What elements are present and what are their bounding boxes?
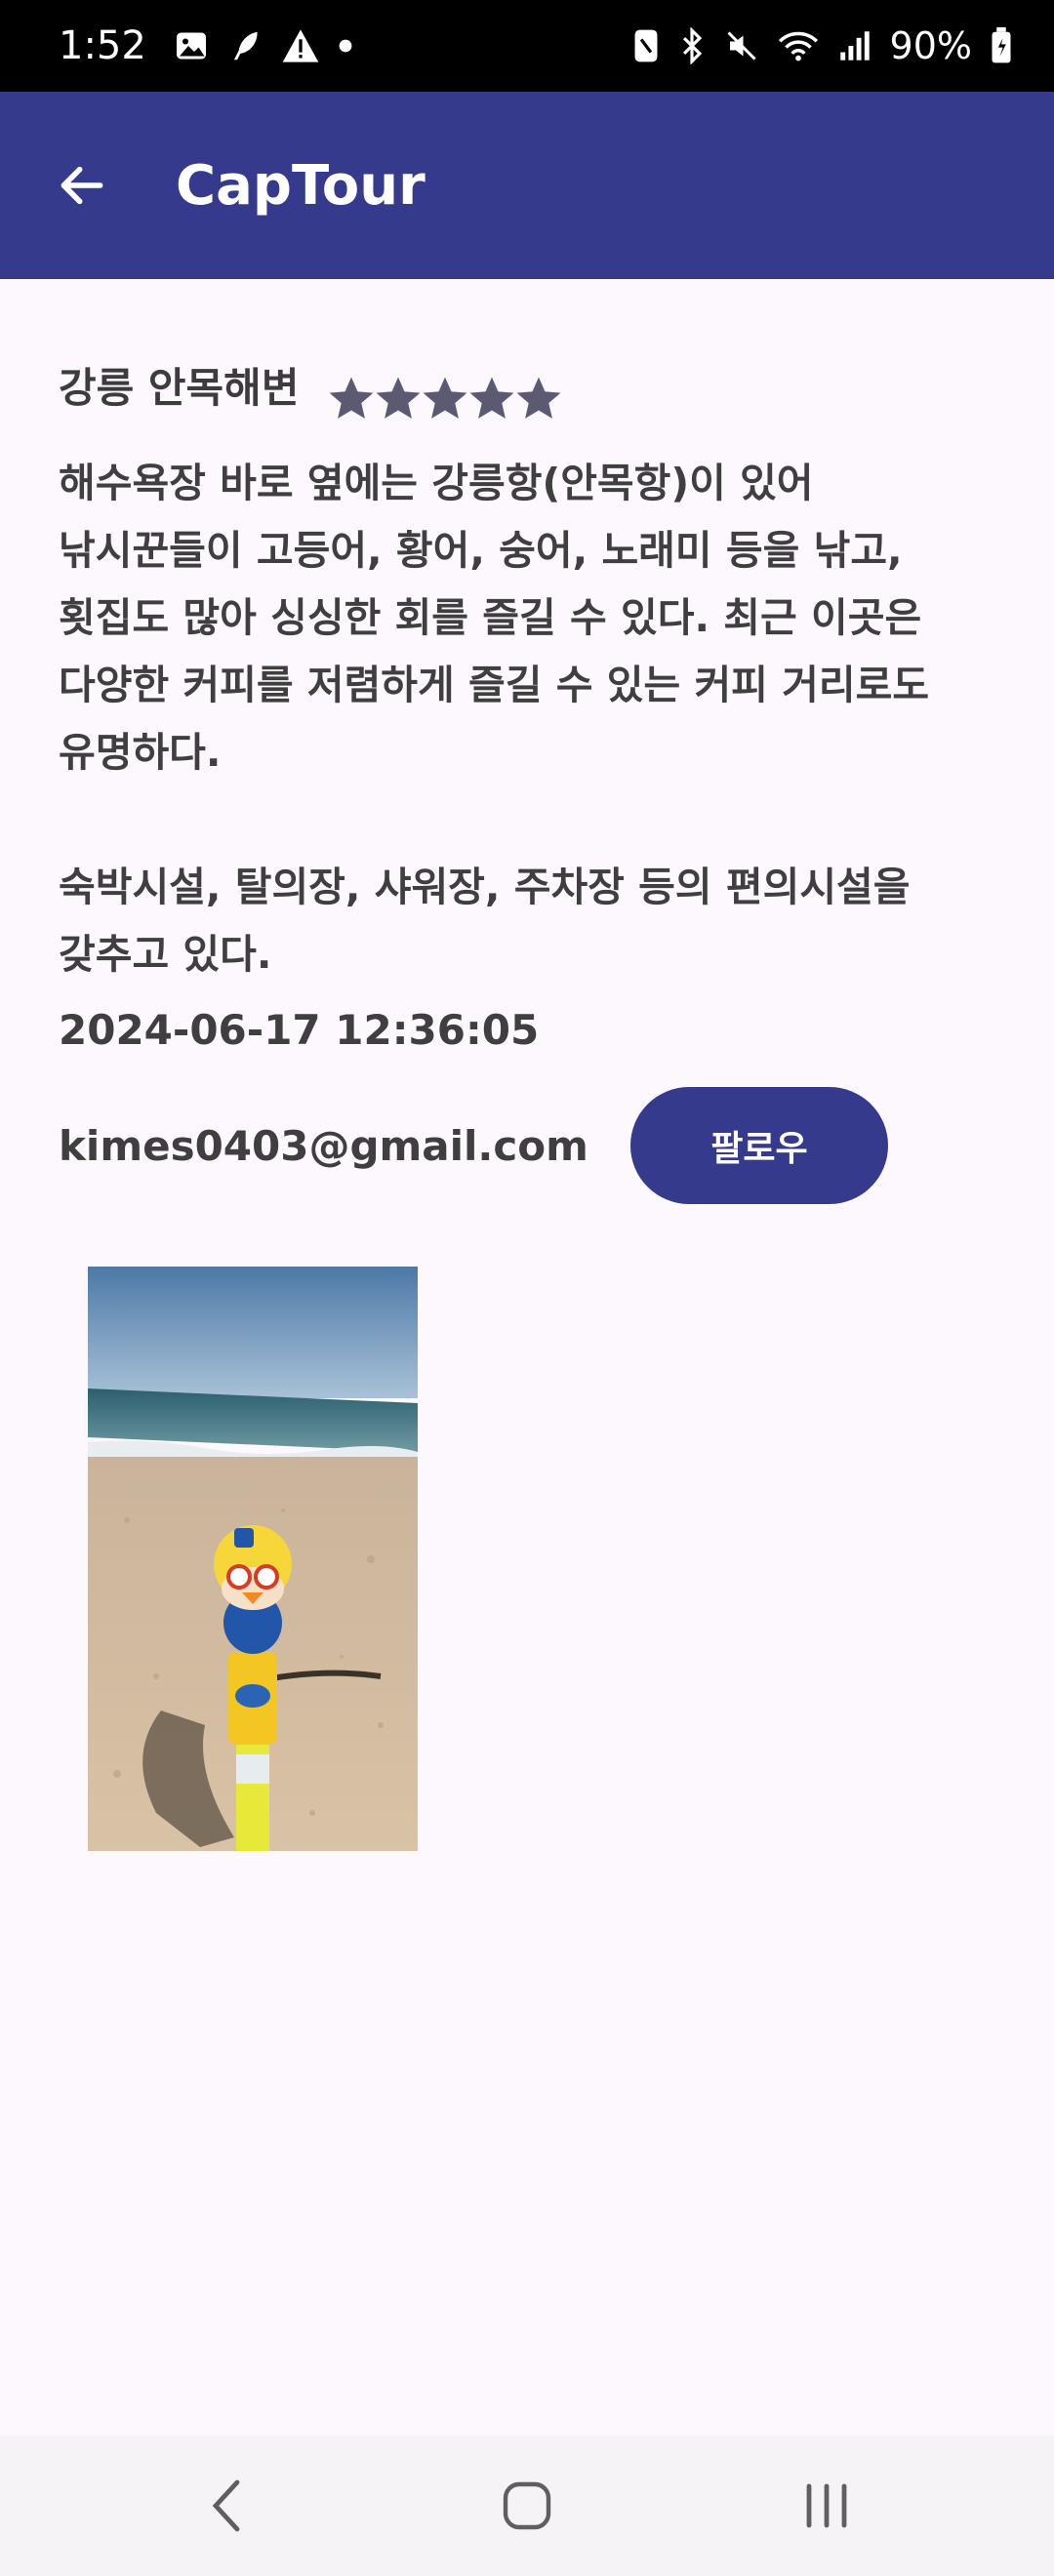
nav-recents-icon [806, 2483, 847, 2528]
post-description: 해수욕장 바로 옆에는 강릉항(안목항)이 있어 낚시꾼들이 고등어, 황어, … [59, 460, 930, 978]
place-name: 강릉 안목해변 [59, 364, 300, 412]
post-photo[interactable] [88, 1267, 418, 1851]
author-email: kimes0403@gmail.com [59, 1121, 588, 1170]
star-icon [470, 377, 514, 419]
dot-icon [338, 38, 353, 54]
battery-percent: 90% [889, 24, 972, 67]
gallery-icon [174, 28, 209, 63]
mute-icon [724, 28, 759, 63]
system-nav-bar [0, 2435, 1054, 2576]
nav-home-button[interactable] [468, 2457, 586, 2555]
nav-back-icon [213, 2479, 240, 2532]
star-icon [517, 377, 561, 419]
follow-button[interactable]: 팔로우 [630, 1087, 888, 1204]
wifi-icon [777, 28, 820, 63]
nav-recents-button[interactable] [768, 2457, 885, 2555]
status-left: 1:52 [59, 23, 353, 68]
nfc-icon [632, 28, 660, 63]
bluetooth-icon [677, 27, 707, 64]
back-button[interactable] [33, 137, 131, 234]
nav-home-icon [503, 2481, 551, 2530]
post-detail: 강릉 안목해변 해수욕장 바로 옆에는 강릉항(안목항)이 있어 낚시꾼들이 고… [59, 279, 995, 1204]
star-icon [377, 377, 421, 419]
author-row: kimes0403@gmail.com 팔로우 [59, 1087, 995, 1204]
feather-icon [226, 27, 264, 64]
signal-icon [837, 28, 872, 63]
warning-icon [281, 27, 320, 64]
app-title: CapTour [176, 153, 426, 218]
status-right: 90% [632, 24, 1013, 67]
star-icon [424, 377, 467, 419]
arrow-left-icon [61, 166, 103, 205]
status-bar: 1:52 90% [0, 0, 1054, 92]
app-bar: CapTour [0, 92, 1054, 279]
title-row: 강릉 안목해변 [59, 355, 995, 419]
nav-back-button[interactable] [169, 2457, 286, 2555]
star-icon [330, 377, 374, 419]
battery-icon [990, 27, 1013, 64]
status-time: 1:52 [59, 23, 146, 68]
post-timestamp: 2024-06-17 12:36:05 [59, 1006, 540, 1054]
beach-photo-image [88, 1267, 418, 1851]
rating-stars [328, 376, 562, 423]
